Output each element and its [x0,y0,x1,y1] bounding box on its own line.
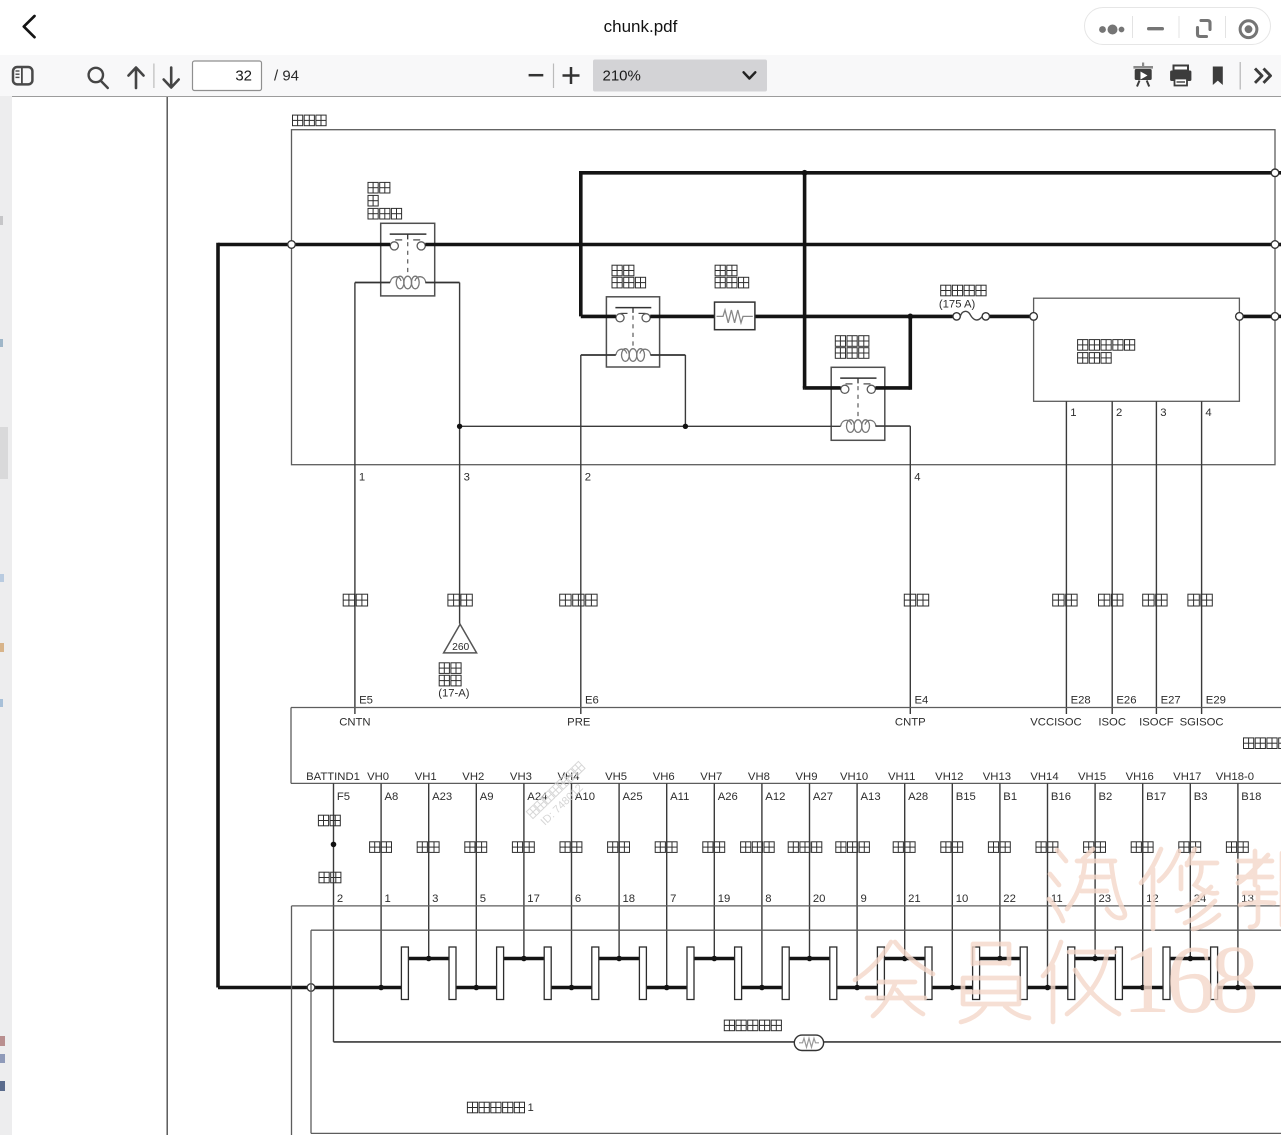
svg-text:A11: A11 [670,791,689,803]
svg-text:B3: B3 [1194,791,1208,803]
svg-text:VH12: VH12 [935,771,963,783]
svg-text:E4: E4 [915,694,929,706]
svg-text:A8: A8 [385,791,399,803]
svg-text:B2: B2 [1099,791,1113,803]
svg-text:21: 21 [908,893,921,905]
svg-text:PRE: PRE [567,716,591,728]
svg-text:A23: A23 [432,791,452,803]
svg-text:VH6: VH6 [653,771,675,783]
svg-text:E26: E26 [1116,694,1136,706]
svg-text:VH14: VH14 [1030,771,1058,783]
svg-text:E29: E29 [1206,694,1226,706]
svg-text:B1: B1 [1003,791,1017,803]
svg-text:VH10: VH10 [840,771,868,783]
svg-text:32: 32 [235,67,252,84]
svg-text:VH17: VH17 [1173,771,1201,783]
svg-text:ISOC: ISOC [1098,716,1126,728]
svg-text:24: 24 [1194,893,1207,905]
svg-text:4: 4 [914,472,920,484]
svg-text:VCCISOC: VCCISOC [1030,716,1081,728]
svg-text:VH8: VH8 [748,771,770,783]
svg-text:B17: B17 [1146,791,1166,803]
svg-text:F5: F5 [337,791,350,803]
svg-text:1: 1 [359,472,365,484]
svg-text:2: 2 [585,472,591,484]
svg-text:VH2: VH2 [462,771,484,783]
svg-text:3: 3 [464,472,470,484]
svg-text:E5: E5 [359,694,373,706]
svg-text:VH15: VH15 [1078,771,1106,783]
svg-text:VH16: VH16 [1126,771,1154,783]
svg-text:1: 1 [385,893,391,905]
svg-text:A26: A26 [718,791,738,803]
svg-text:A9: A9 [480,791,494,803]
svg-text:VH0: VH0 [367,771,389,783]
svg-text:B18: B18 [1241,791,1261,803]
svg-text:B15: B15 [956,791,976,803]
svg-text:VH9: VH9 [796,771,818,783]
svg-text:19: 19 [718,893,731,905]
svg-text:1: 1 [1070,407,1076,419]
svg-text:A27: A27 [813,791,833,803]
svg-text:VH11: VH11 [888,771,915,783]
svg-text:ISOCF: ISOCF [1139,716,1174,728]
svg-text:A13: A13 [861,791,881,803]
svg-text:1: 1 [528,1102,534,1114]
svg-text:VH13: VH13 [983,771,1011,783]
svg-text:BATTIND1: BATTIND1 [306,771,360,783]
svg-text:17: 17 [527,893,540,905]
svg-text:260: 260 [452,642,469,653]
svg-text:9: 9 [861,893,867,905]
svg-text:20: 20 [813,893,826,905]
svg-text:CNTN: CNTN [339,716,370,728]
svg-text:11: 11 [1051,893,1063,905]
svg-text:3: 3 [432,893,438,905]
svg-text:2: 2 [1116,407,1122,419]
svg-text:VH5: VH5 [605,771,627,783]
svg-text:210%: 210% [603,67,641,84]
svg-text:5: 5 [480,893,486,905]
svg-text:7: 7 [670,893,676,905]
svg-text:VH7: VH7 [700,771,722,783]
svg-text:/ 94: / 94 [274,67,299,84]
svg-text:(175 A): (175 A) [939,299,976,311]
svg-text:A25: A25 [623,791,643,803]
svg-text:E6: E6 [585,694,599,706]
svg-text:A12: A12 [765,791,785,803]
svg-text:E28: E28 [1071,694,1091,706]
svg-text:(17-A): (17-A) [438,687,470,699]
svg-text:3: 3 [1160,407,1166,419]
svg-text:VH3: VH3 [510,771,532,783]
svg-text:CNTP: CNTP [895,716,926,728]
svg-text:10: 10 [956,893,969,905]
svg-text:4: 4 [1205,407,1211,419]
svg-text:23: 23 [1099,893,1112,905]
svg-text:13: 13 [1241,893,1254,905]
svg-text:8: 8 [765,893,771,905]
svg-text:A28: A28 [908,791,928,803]
svg-text:12: 12 [1146,893,1159,905]
svg-text:VH18-0: VH18-0 [1216,771,1254,783]
svg-text:18: 18 [623,893,636,905]
svg-text:B16: B16 [1051,791,1071,803]
svg-text:2: 2 [337,893,343,905]
svg-text:SGISOC: SGISOC [1180,716,1224,728]
svg-text:6: 6 [575,893,581,905]
svg-text:22: 22 [1003,893,1016,905]
svg-text:E27: E27 [1161,694,1181,706]
svg-text:VH1: VH1 [415,771,437,783]
